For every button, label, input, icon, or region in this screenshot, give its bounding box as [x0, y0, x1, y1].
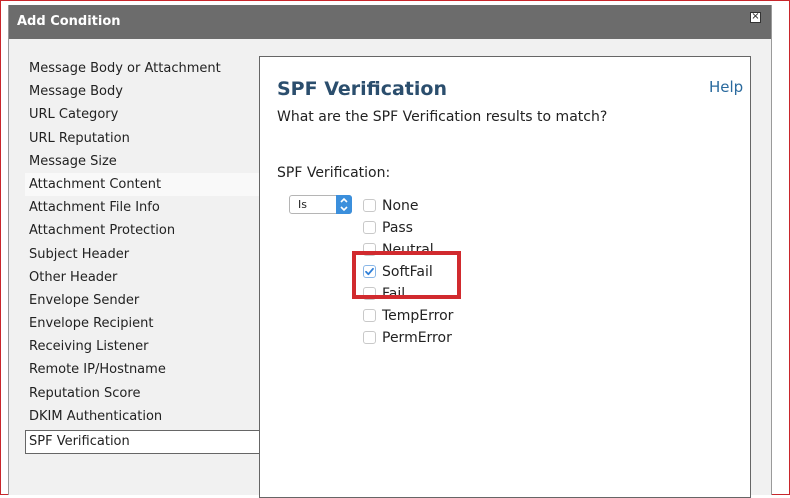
sidebar-item-subject-header[interactable]: Subject Header — [25, 243, 260, 266]
option-label: None — [382, 198, 419, 214]
option-label: Neutral — [382, 242, 434, 258]
sidebar-item-spf-verification[interactable]: SPF Verification — [25, 430, 260, 454]
sidebar-item-dkim-authentication[interactable]: DKIM Authentication — [25, 405, 260, 428]
option-label: Fail — [382, 286, 406, 302]
dialog-titlebar: Add Condition × — [9, 5, 771, 39]
operator-value: Is — [298, 198, 307, 211]
option-label: Pass — [382, 220, 413, 236]
sidebar-item-reputation-score[interactable]: Reputation Score — [25, 382, 260, 405]
sidebar-item-url-reputation[interactable]: URL Reputation — [25, 127, 260, 150]
option-label: PermError — [382, 330, 452, 346]
checkbox-pass[interactable] — [363, 221, 376, 234]
checkbox-temperror[interactable] — [363, 309, 376, 322]
sidebar-item-envelope-sender[interactable]: Envelope Sender — [25, 289, 260, 312]
checkbox-permerror[interactable] — [363, 331, 376, 344]
option-label: SoftFail — [382, 264, 433, 280]
checkmark-icon — [365, 267, 374, 276]
match-question: What are the SPF Verification results to… — [277, 109, 608, 125]
dialog-title: Add Condition — [17, 14, 121, 29]
sidebar-item-other-header[interactable]: Other Header — [25, 266, 260, 289]
sidebar-item-url-category[interactable]: URL Category — [25, 103, 260, 126]
sidebar-item-attachment-file-info[interactable]: Attachment File Info — [25, 196, 260, 219]
checkbox-none[interactable] — [363, 199, 376, 212]
sidebar-item-message-body-or-attachment[interactable]: Message Body or Attachment — [25, 57, 260, 80]
checkbox-softfail[interactable] — [363, 265, 376, 278]
sidebar-item-message-body[interactable]: Message Body — [25, 80, 260, 103]
sidebar-item-message-size[interactable]: Message Size — [25, 150, 260, 173]
sidebar-item-remote-ip-hostname[interactable]: Remote IP/Hostname — [25, 358, 260, 381]
select-arrows-icon — [336, 195, 352, 214]
close-icon[interactable]: × — [750, 12, 761, 23]
option-label: TempError — [382, 308, 454, 324]
panel-title: SPF Verification — [277, 78, 447, 100]
checkbox-fail[interactable] — [363, 287, 376, 300]
checkbox-neutral[interactable] — [363, 243, 376, 256]
add-condition-dialog: Add Condition × Message Body or Attachme… — [8, 5, 772, 498]
sidebar-item-attachment-protection[interactable]: Attachment Protection — [25, 219, 260, 242]
help-link[interactable]: Help — [709, 78, 743, 96]
operator-select[interactable]: Is — [289, 195, 352, 214]
spf-verification-label: SPF Verification: — [277, 165, 391, 181]
condition-type-list: Message Body or Attachment Message Body … — [25, 57, 260, 454]
sidebar-item-receiving-listener[interactable]: Receiving Listener — [25, 335, 260, 358]
sidebar-item-envelope-recipient[interactable]: Envelope Recipient — [25, 312, 260, 335]
condition-detail-panel: SPF Verification Help What are the SPF V… — [259, 56, 751, 498]
sidebar-item-attachment-content[interactable]: Attachment Content — [25, 172, 260, 197]
